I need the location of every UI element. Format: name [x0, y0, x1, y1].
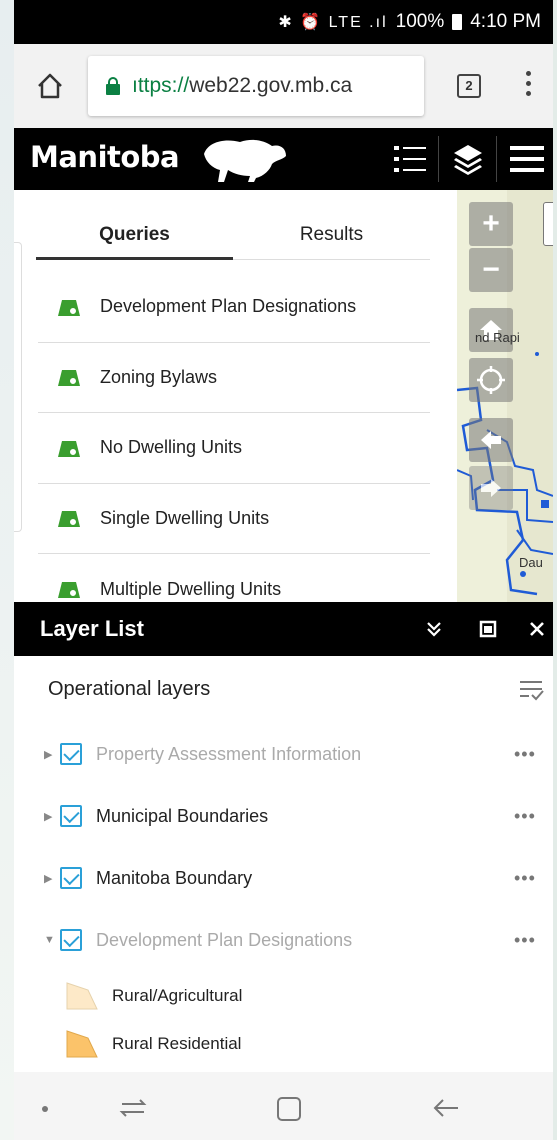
battery-level: 100%	[395, 11, 445, 32]
zoom-out-button[interactable]: −	[469, 248, 513, 292]
query-item-label: Zoning Bylaws	[100, 366, 218, 387]
home-button-icon[interactable]	[276, 1096, 302, 1127]
query-panel: Queries Results Development Plan Designa…	[14, 190, 457, 602]
arrow-left-icon	[481, 431, 501, 449]
operational-layers-label: Operational layers	[48, 678, 211, 700]
legend-swatch	[66, 982, 98, 1010]
url-protocol: ıttps://	[132, 74, 190, 97]
previous-extent-button[interactable]	[469, 418, 513, 462]
tab-switcher-button[interactable]: 2	[457, 74, 481, 98]
home-icon[interactable]	[36, 72, 64, 100]
layer-row[interactable]: ▶ Municipal Boundaries •••	[14, 796, 553, 836]
layer-options-icon[interactable]	[518, 678, 544, 707]
map-place-label: nd Rapi	[475, 330, 520, 345]
layer-checkbox[interactable]	[60, 929, 82, 951]
more-options-icon[interactable]: •••	[514, 868, 536, 889]
layer-list-header: Layer List	[14, 602, 553, 656]
locate-button[interactable]	[469, 358, 513, 402]
more-options-icon[interactable]: •••	[514, 744, 536, 765]
layer-list-body: Operational layers ▶ Property Assessment…	[14, 656, 553, 1072]
more-vert-icon[interactable]	[526, 71, 532, 101]
list-icon[interactable]	[384, 128, 436, 190]
legend-swatch	[66, 1030, 98, 1058]
query-item-label: Single Dwelling Units	[100, 507, 270, 528]
query-layer-icon	[58, 299, 80, 316]
query-list: Development Plan Designations Zoning Byl…	[38, 272, 430, 625]
query-item[interactable]: Development Plan Designations	[38, 272, 430, 343]
next-extent-button[interactable]	[469, 466, 513, 510]
phone-screen: ✱ ⏰ LTE .ıl 100% 4:10 PM ıttps://web22.g…	[14, 0, 553, 1140]
layer-row[interactable]: ▼ Development Plan Designations •••	[14, 920, 553, 960]
browser-toolbar: ıttps://web22.gov.mb.ca 2	[14, 44, 553, 128]
expand-caret-icon[interactable]: ▶	[44, 872, 60, 885]
bison-logo-icon	[204, 139, 286, 182]
collapse-panel-icon[interactable]	[416, 602, 452, 656]
query-item-label: Multiple Dwelling Units	[100, 578, 282, 599]
clock: 4:10 PM	[470, 11, 541, 32]
layer-checkbox[interactable]	[60, 867, 82, 889]
layers-icon[interactable]	[442, 128, 494, 190]
layer-name: Manitoba Boundary	[96, 867, 253, 888]
tab-queries[interactable]: Queries	[36, 210, 233, 260]
zoom-in-button[interactable]: +	[469, 202, 513, 246]
map-search-box[interactable]	[543, 202, 553, 246]
status-bar: ✱ ⏰ LTE .ıl 100% 4:10 PM	[14, 0, 553, 44]
layer-name: Municipal Boundaries	[96, 805, 269, 826]
query-layer-icon	[58, 582, 80, 599]
layer-list-title: Layer List	[40, 616, 144, 641]
system-nav-bar	[14, 1072, 553, 1140]
crosshair-icon	[477, 366, 505, 394]
battery-icon	[452, 14, 463, 30]
legend-item: Rural Residential	[66, 1030, 241, 1058]
map-place-label: Dau	[519, 555, 543, 570]
layer-row[interactable]: ▶ Property Assessment Information •••	[14, 734, 553, 774]
query-item-label: Development Plan Designations	[100, 296, 357, 317]
manitoba-logo: Manitoba	[30, 140, 180, 174]
query-tabs: Queries Results	[36, 210, 430, 260]
query-item-label: No Dwelling Units	[100, 437, 243, 458]
more-options-icon[interactable]: •••	[514, 806, 536, 827]
layer-checkbox[interactable]	[60, 805, 82, 827]
collapse-caret-icon[interactable]: ▼	[44, 934, 60, 946]
query-item[interactable]: Single Dwelling Units	[38, 484, 430, 554]
legend-item: Rural/Agricultural	[66, 982, 242, 1010]
recent-apps-icon[interactable]	[118, 1096, 148, 1125]
query-layer-icon	[58, 370, 80, 387]
query-item[interactable]: Zoning Bylaws	[38, 343, 430, 413]
url-host: web22.gov.mb.ca	[189, 74, 353, 97]
legend-label: Rural/Agricultural	[112, 986, 243, 1005]
layer-name: Property Assessment Information	[96, 743, 362, 764]
layer-checkbox[interactable]	[60, 743, 82, 765]
tab-results[interactable]: Results	[233, 210, 430, 259]
status-icons: ✱ ⏰ LTE .ıl	[278, 14, 388, 31]
address-bar[interactable]: ıttps://web22.gov.mb.ca	[88, 56, 424, 116]
expand-caret-icon[interactable]: ▶	[44, 810, 60, 823]
query-item[interactable]: No Dwelling Units	[38, 413, 430, 484]
layer-row[interactable]: ▶ Manitoba Boundary •••	[14, 858, 553, 898]
query-layer-icon	[58, 511, 80, 528]
query-layer-icon	[58, 440, 80, 457]
arrow-right-icon	[481, 479, 501, 497]
app-header: Manitoba	[14, 128, 553, 190]
legend-label: Rural Residential	[112, 1034, 242, 1053]
nav-dot-icon	[42, 1106, 48, 1112]
maximize-panel-icon[interactable]	[470, 602, 506, 656]
expand-caret-icon[interactable]: ▶	[44, 748, 60, 761]
hamburger-menu-icon[interactable]	[500, 128, 553, 190]
layer-name: Development Plan Designations	[96, 929, 353, 950]
map-view[interactable]: + − nd Rapi Dau	[457, 190, 553, 602]
back-arrow-icon[interactable]	[432, 1096, 460, 1125]
close-icon[interactable]	[522, 602, 552, 656]
lock-icon	[106, 77, 120, 95]
more-options-icon[interactable]: •••	[514, 930, 536, 951]
